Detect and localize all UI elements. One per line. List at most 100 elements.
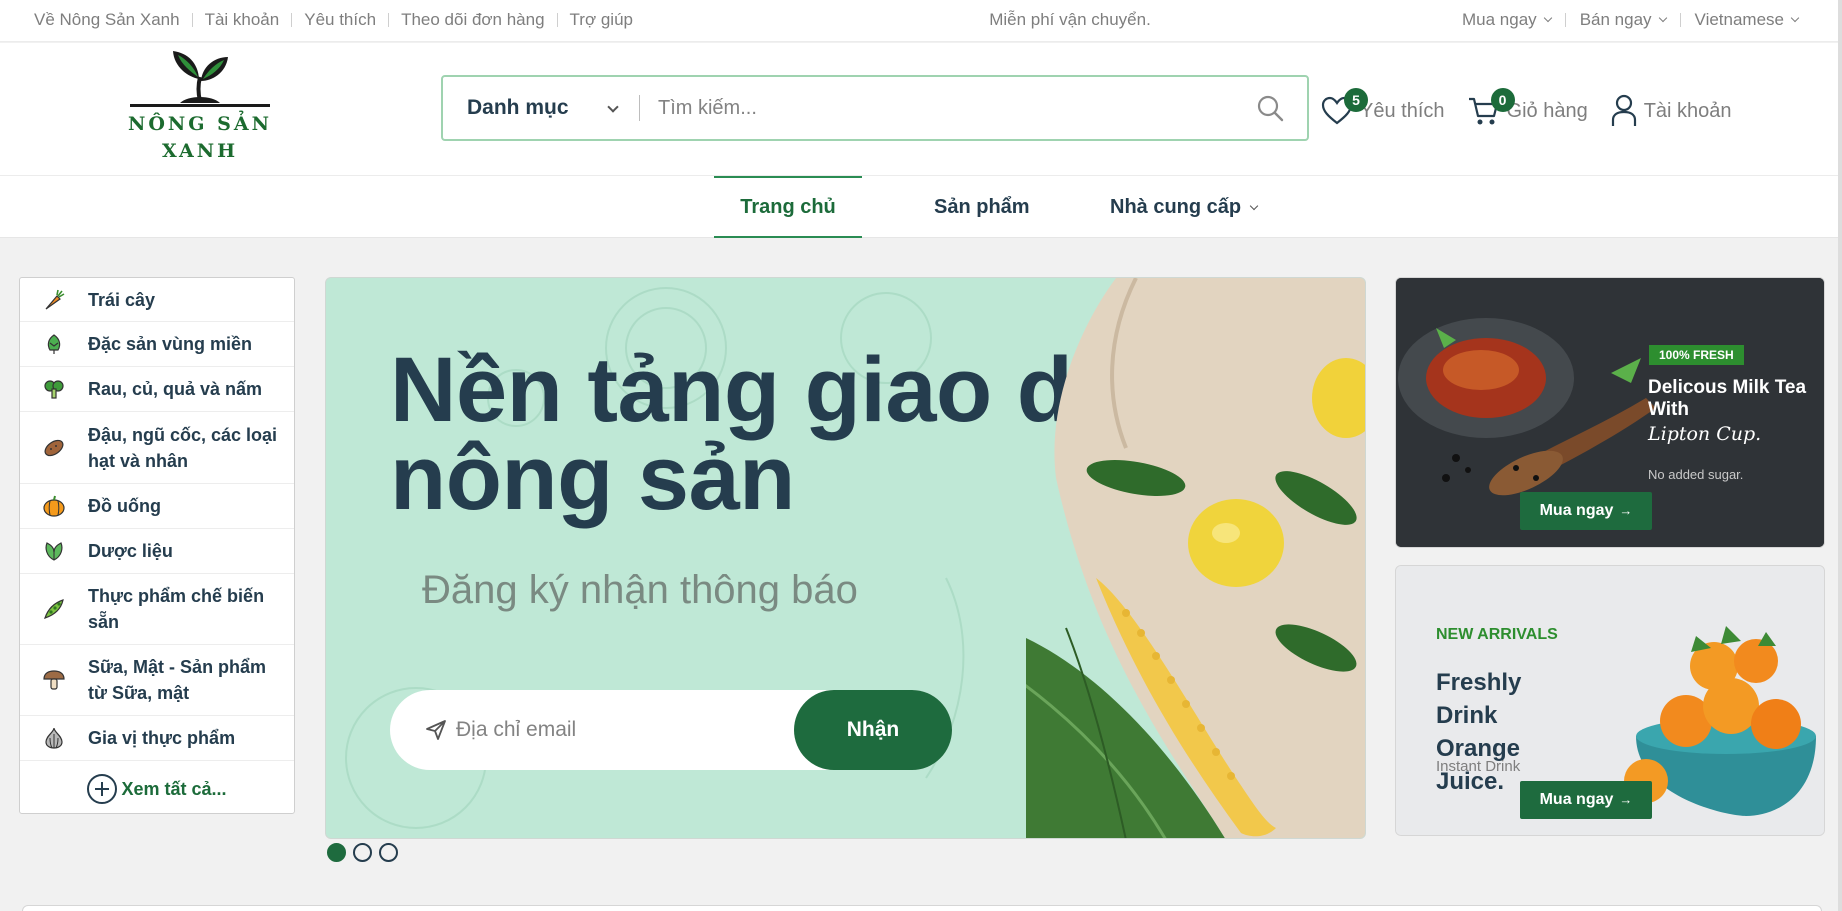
category-label: Đậu, ngũ cốc, các loại hạt và nhân <box>88 424 278 471</box>
category-label: Sữa, Mật - Sản phẩm từ Sữa, mật <box>88 657 267 703</box>
new-arrivals-tag: NEW ARRIVALS <box>1436 626 1558 643</box>
search-button[interactable] <box>1233 77 1307 139</box>
search-input[interactable] <box>640 96 1233 120</box>
account-link[interactable]: Tài khoản <box>1610 94 1732 128</box>
carrot-icon <box>45 289 65 309</box>
header-actions: 5 Yêu thích 0 Giỏ hàng Tài khoản <box>1320 86 1754 136</box>
category-item[interactable]: Dược liệu <box>20 529 294 574</box>
user-icon <box>1611 94 1636 126</box>
fresh-tag: 100% FRESH <box>1649 345 1744 365</box>
language-label: Vietnamese <box>1694 10 1784 29</box>
next-section-edge <box>22 905 1822 911</box>
search-bar: Danh mục <box>441 75 1309 141</box>
main-nav: Trang chủ Sản phẩm Nhà cung cấp <box>0 176 1842 238</box>
chevron-down-icon <box>607 101 619 113</box>
wishlist-link[interactable]: 5 Yêu thích <box>1320 88 1445 128</box>
sell-dropdown[interactable]: Bán ngay <box>1579 10 1667 30</box>
wishlist-label: Yêu thích <box>1360 99 1445 122</box>
category-label: Dược liệu <box>88 541 173 561</box>
subscribe-button[interactable]: Nhận <box>794 690 952 770</box>
potato-icon <box>44 439 64 456</box>
buy-now-button[interactable]: Mua ngay → <box>1520 492 1652 530</box>
language-dropdown[interactable]: Vietnamese <box>1694 10 1800 30</box>
view-all-label: Xem tất cả... <box>121 778 227 799</box>
category-label: Gia vị thực phẩm <box>88 728 236 748</box>
banner-title-accent: Lipton Cup. <box>1648 423 1762 445</box>
buy-now-label: Mua ngay <box>1539 791 1614 808</box>
banner-title: Freshly Drink Orange Juice. <box>1436 669 1522 795</box>
slider-dot-3[interactable] <box>379 843 398 862</box>
arrow-right-icon: → <box>1619 792 1633 807</box>
promo-banner-juice: NEW ARRIVALS Freshly Drink Orange Juice.… <box>1395 565 1825 836</box>
plus-circle-icon <box>87 774 118 804</box>
view-all-categories-link[interactable]: Xem tất cả... <box>20 761 294 817</box>
leaf-icon <box>45 542 63 561</box>
category-item[interactable]: Sữa, Mật - Sản phẩm từ Sữa, mật <box>20 645 294 716</box>
artichoke-icon <box>47 334 61 354</box>
hero-produce-image <box>1026 278 1365 838</box>
category-item[interactable]: Gia vị thực phẩm <box>20 716 294 761</box>
category-label: Đặc sản vùng miền <box>88 334 253 354</box>
banner-title: Delicous Milk Tea With <box>1648 377 1807 420</box>
category-item[interactable]: Rau, củ, quả và nấm <box>20 367 294 412</box>
account-label: Tài khoản <box>1643 99 1732 122</box>
search-icon <box>1257 95 1284 122</box>
hero-subtitle: Đăng ký nhận thông báo <box>422 568 858 612</box>
top-dropdowns: Mua ngay Bán ngay Vietnamese <box>1462 10 1800 30</box>
buy-now-label: Mua ngay <box>1539 502 1614 519</box>
category-label: Thực phẩm chế biến sẵn <box>88 586 265 632</box>
email-input[interactable] <box>456 718 794 742</box>
newsletter-form: Nhận <box>390 690 952 770</box>
category-item[interactable]: Thực phẩm chế biến sẵn <box>20 574 294 645</box>
nav-products[interactable]: Sản phẩm <box>934 176 1030 238</box>
cart-icon-wrap: 0 <box>1467 88 1515 128</box>
promo-banner-tea: 100% FRESH Delicous Milk Tea With Lipton… <box>1395 277 1825 548</box>
category-item[interactable]: Đậu, ngũ cốc, các loại hạt và nhân <box>20 412 294 484</box>
category-select[interactable]: Danh mục <box>443 77 639 139</box>
broccoli-icon <box>44 380 64 399</box>
arrow-right-icon: → <box>1619 503 1633 518</box>
slider-dot-1[interactable] <box>327 843 346 862</box>
cart-label: Giỏ hàng <box>1506 99 1588 122</box>
banner-note: Instant Drink <box>1436 758 1521 775</box>
cart-count-badge: 0 <box>1490 88 1515 112</box>
separator <box>1564 13 1566 27</box>
chevron-down-icon <box>1543 13 1552 23</box>
paper-plane-icon <box>426 720 446 740</box>
nav-suppliers-label: Nhà cung cấp <box>1110 196 1242 218</box>
brand-name-2: XANH <box>161 140 239 162</box>
wishlist-count-badge: 5 <box>1344 88 1368 112</box>
account-icon-wrap <box>1610 94 1638 128</box>
nav-home[interactable]: Trang chủ <box>714 176 862 238</box>
logo[interactable]: NÔNG SẢN XANH <box>128 47 272 167</box>
category-label: Trái cây <box>88 289 156 310</box>
cart-link[interactable]: 0 Giỏ hàng <box>1467 88 1588 128</box>
slider-dot-2[interactable] <box>353 843 372 862</box>
mushroom-icon <box>43 670 65 690</box>
buy-label: Mua ngay <box>1462 10 1537 29</box>
buy-now-button[interactable]: Mua ngay → <box>1520 781 1652 819</box>
category-item[interactable]: Đồ uống <box>20 484 294 529</box>
garlic-icon <box>45 727 63 749</box>
wishlist-icon-wrap: 5 <box>1320 88 1368 128</box>
category-label: Rau, củ, quả và nấm <box>88 379 263 399</box>
peapod-icon <box>44 599 64 619</box>
chevron-down-icon <box>1658 13 1667 23</box>
category-select-label: Danh mục <box>467 96 569 119</box>
hero-banner: Nền tảng giao dịch nông sản Đăng ký nhận… <box>325 277 1366 839</box>
slider-pagination <box>327 843 405 862</box>
category-item[interactable]: Đặc sản vùng miền <box>20 322 294 367</box>
header: NÔNG SẢN XANH Danh mục 5 Yêu thích <box>0 43 1842 176</box>
category-label: Đồ uống <box>88 496 161 516</box>
scrollbar[interactable] <box>1838 0 1842 911</box>
nav-suppliers[interactable]: Nhà cung cấp <box>1110 176 1259 238</box>
top-bar: Về Nông Sản Xanh Tài khoản Yêu thích The… <box>0 0 1842 42</box>
chevron-down-icon <box>1790 13 1800 23</box>
category-item[interactable]: Trái cây <box>20 278 294 322</box>
brand-name: NÔNG SẢN <box>128 113 272 135</box>
sell-label: Bán ngay <box>1579 10 1652 29</box>
separator <box>1679 13 1681 27</box>
pumpkin-icon <box>43 495 65 517</box>
category-sidebar: Trái cây Đặc sản vùng miền Rau, củ, quả … <box>19 277 295 814</box>
buy-dropdown[interactable]: Mua ngay <box>1462 10 1552 30</box>
